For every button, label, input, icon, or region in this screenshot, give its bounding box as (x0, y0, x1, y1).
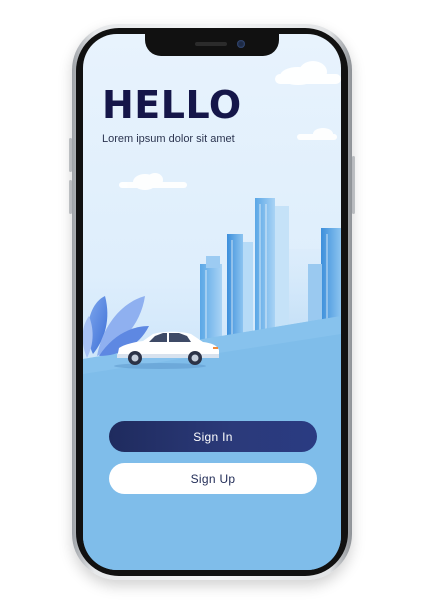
page: HELLO Lorem ipsum dolor sit amet Sign In… (0, 0, 421, 604)
cloud-top-right (275, 61, 341, 85)
power-button (352, 156, 355, 214)
sign-up-button[interactable]: Sign Up (109, 463, 317, 494)
cloud-right (297, 128, 337, 140)
page-subtitle: Lorem ipsum dolor sit amet (102, 133, 235, 145)
app-screen: HELLO Lorem ipsum dolor sit amet Sign In… (83, 34, 341, 570)
cloud-left (119, 173, 187, 190)
speaker-grille (195, 42, 227, 46)
sign-in-button[interactable]: Sign In (109, 421, 317, 452)
front-camera-icon (237, 40, 245, 48)
page-title: HELLO (102, 83, 242, 127)
notch (145, 34, 279, 56)
